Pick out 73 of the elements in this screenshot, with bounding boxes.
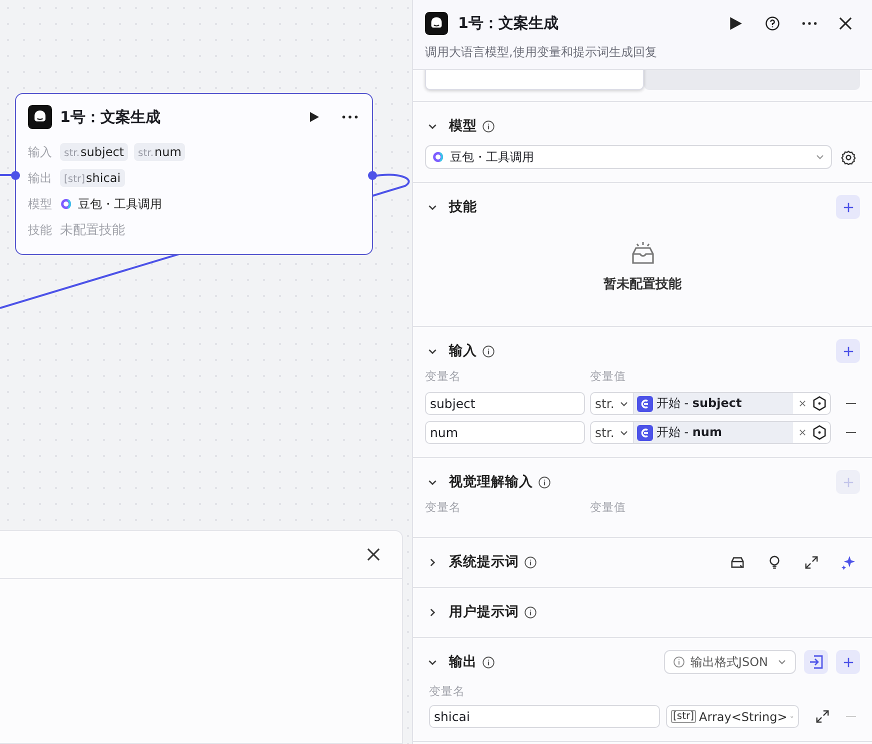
info-icon[interactable] — [482, 344, 495, 358]
info-icon[interactable] — [538, 476, 551, 488]
variable-tag: [str]shicai — [60, 169, 125, 187]
section-title: 输出 — [449, 653, 477, 671]
import-button[interactable] — [804, 650, 828, 674]
variable-name-field[interactable]: num — [425, 421, 585, 444]
more-icon[interactable] — [342, 115, 358, 119]
column-header: 变量名 — [425, 369, 462, 384]
expand-icon[interactable] — [815, 709, 830, 724]
plus-icon — [842, 346, 854, 356]
start-node-icon — [637, 424, 654, 440]
output-format-select[interactable]: 输出格式JSON — [664, 650, 796, 674]
library-icon[interactable] — [730, 554, 745, 570]
output-port[interactable] — [368, 171, 377, 180]
target-icon[interactable] — [812, 425, 827, 440]
column-header: 变量值 — [590, 369, 626, 384]
chevron-down-icon — [815, 152, 825, 162]
info-icon — [673, 656, 686, 668]
field-label: 模型 — [28, 196, 53, 212]
bot-logo-icon — [28, 105, 52, 129]
variable-name-field[interactable]: subject — [425, 392, 585, 415]
play-icon[interactable] — [728, 16, 743, 31]
section-title: 用户提示词 — [449, 603, 519, 621]
expand-icon[interactable] — [804, 554, 819, 570]
column-header: 变量名 — [429, 684, 466, 699]
model-select[interactable]: 豆包・工具调用 — [425, 145, 832, 169]
start-node-icon — [637, 396, 654, 412]
panel-description: 调用大语言模型,使用变量和提示词生成回复 — [425, 44, 658, 61]
section-title: 技能 — [449, 198, 477, 216]
variable-name-field[interactable]: shicai — [429, 705, 660, 728]
settings-icon[interactable] — [841, 150, 856, 164]
input-port[interactable] — [11, 171, 20, 180]
plus-icon — [842, 476, 854, 488]
empty-skill-text: 未配置技能 — [60, 222, 125, 239]
model-logo-icon — [60, 198, 72, 210]
column-header: 变量值 — [590, 500, 626, 515]
column-header: 变量名 — [425, 500, 462, 515]
section-title: 输入 — [449, 342, 477, 360]
plus-icon — [842, 202, 854, 212]
model-logo-icon — [432, 151, 444, 163]
model-name: 豆包・工具调用 — [78, 196, 162, 212]
lightbulb-icon[interactable] — [767, 554, 782, 570]
section-title: 系统提示词 — [449, 553, 519, 571]
node-title: 1号：文案生成 — [60, 108, 162, 126]
field-label: 输出 — [28, 170, 53, 186]
add-button[interactable] — [836, 339, 860, 363]
play-icon[interactable] — [308, 111, 320, 123]
panel-title: 1号：文案生成 — [458, 14, 560, 33]
info-icon[interactable] — [482, 120, 495, 132]
info-icon[interactable] — [524, 606, 537, 618]
info-icon[interactable] — [524, 556, 537, 568]
plus-icon — [842, 656, 854, 668]
import-icon — [809, 655, 823, 669]
sparkle-icon[interactable] — [841, 554, 856, 570]
type-select[interactable]: [str] Array<String> — [666, 705, 799, 728]
variable-tag: str.num — [134, 143, 186, 161]
help-icon[interactable] — [765, 16, 780, 31]
clear-icon[interactable] — [799, 429, 806, 436]
section-title: 视觉理解输入 — [449, 473, 533, 491]
close-icon[interactable] — [367, 548, 380, 561]
add-button[interactable] — [836, 195, 860, 219]
field-label: 输入 — [28, 144, 53, 160]
add-button[interactable] — [836, 650, 860, 674]
section-title: 模型 — [449, 117, 477, 135]
clear-icon[interactable] — [799, 400, 806, 407]
empty-state-text: 暂未配置技能 — [604, 276, 682, 293]
field-label: 技能 — [28, 222, 53, 238]
chevron-down-icon — [777, 657, 787, 667]
bot-logo-icon — [425, 12, 448, 35]
variable-tag: str.subject — [60, 143, 128, 161]
close-icon[interactable] — [839, 17, 852, 30]
info-icon[interactable] — [482, 656, 495, 668]
target-icon[interactable] — [812, 396, 827, 411]
